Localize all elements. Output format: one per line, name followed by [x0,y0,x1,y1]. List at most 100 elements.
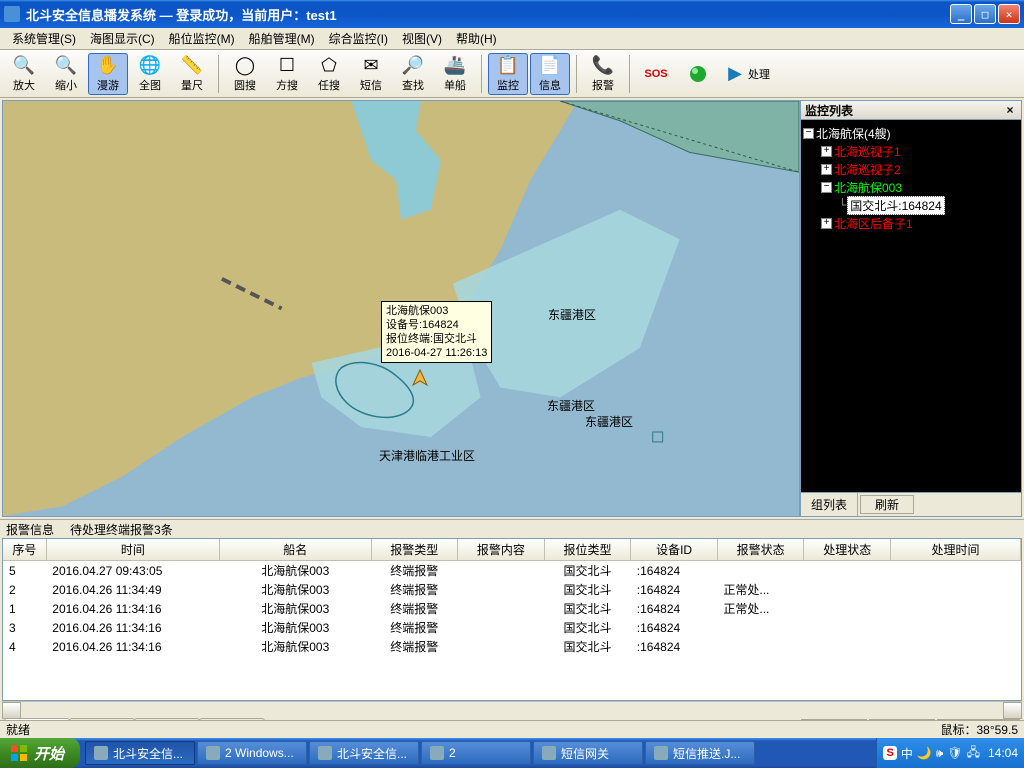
ship-tree[interactable]: −北海航保(4艘)+北海巡视子1+北海巡视子2−北海航保003└国交北斗:164… [800,120,1022,493]
toolbar-放大[interactable]: 🔍放大 [4,53,44,95]
toolbar-查找[interactable]: 🔎查找 [393,53,433,95]
taskbar-item[interactable]: 2 Windows... [197,741,307,765]
expand-icon[interactable]: + [821,218,832,229]
ime-lang[interactable]: 中 [901,745,913,762]
toolbar-量尺[interactable]: 📏量尺 [172,53,212,95]
toolbar-圆搜[interactable]: ◯圆搜 [225,53,265,95]
status-ready: 就绪 [6,721,30,738]
cell: 国交北斗 [544,580,631,599]
tree-row[interactable]: +北海巡视子1 [803,142,1019,160]
process-button[interactable]: ▶处理 [720,53,776,95]
clock[interactable]: 14:04 [988,746,1018,760]
tree-row[interactable]: −北海航保003 [803,178,1019,196]
table-row[interactable]: 42016.04.26 11:34:16北海航保003终端报警国交北斗:1648… [3,637,1021,656]
toolbar-缩小[interactable]: 🔍缩小 [46,53,86,95]
menu-item[interactable]: 视图(V) [396,28,448,49]
cell [717,637,804,656]
toolbar-任搜[interactable]: ⬠任搜 [309,53,349,95]
col-header[interactable]: 报警类型 [371,539,458,561]
col-header[interactable]: 报警内容 [458,539,545,561]
taskbar-item[interactable]: 2 [421,741,531,765]
col-header[interactable]: 处理时间 [891,539,1021,561]
tree-row[interactable]: └国交北斗:164824 [803,196,1019,214]
col-header[interactable]: 报位类型 [544,539,631,561]
col-header[interactable]: 报警状态 [717,539,804,561]
ime-badge[interactable]: S [883,746,896,760]
tree-row[interactable]: +北海区后备子1 [803,214,1019,232]
cell: 正常处... [717,580,804,599]
network-icon[interactable]: 🖧 [967,743,980,764]
taskbar-item[interactable]: 北斗安全信... [85,741,195,765]
start-button[interactable]: 开始 [0,738,80,768]
tree-row[interactable]: −北海航保(4艘) [803,124,1019,142]
task-icon [318,746,332,760]
taskbar-item[interactable]: 短信网关 [533,741,643,765]
cell: :164824 [631,561,718,581]
toolbar-监控[interactable]: 📋监控 [488,53,528,95]
menu-item[interactable]: 综合监控(I) [323,28,394,49]
refresh-button[interactable]: 刷新 [860,495,914,514]
tree-row[interactable]: +北海巡视子2 [803,160,1019,178]
close-button[interactable]: ✕ [998,4,1020,24]
menu-item[interactable]: 帮助(H) [450,28,503,49]
taskbar-item[interactable]: 短信推送.J... [645,741,755,765]
cell: 1 [3,599,46,618]
圆搜-icon: ◯ [233,54,257,76]
cell: 2016.04.27 09:43:05 [46,561,219,581]
toolbar-信息[interactable]: 📄信息 [530,53,570,95]
monitor-panel: 监控列表 × −北海航保(4艘)+北海巡视子1+北海巡视子2−北海航保003└国… [800,100,1022,517]
expand-icon[interactable]: + [821,146,832,157]
table-row[interactable]: 22016.04.26 11:34:49北海航保003终端报警国交北斗:1648… [3,580,1021,599]
toolbar-label: 任搜 [318,77,340,93]
maximize-button[interactable]: □ [974,4,996,24]
taskbar-item[interactable]: 北斗安全信... [309,741,419,765]
alarm-table-wrap[interactable]: 序号时间船名报警类型报警内容报位类型设备ID报警状态处理状态处理时间 52016… [2,538,1022,701]
col-header[interactable]: 时间 [46,539,219,561]
menu-item[interactable]: 船位监控(M) [163,28,241,49]
toolbar-漫游[interactable]: ✋漫游 [88,53,128,95]
col-header[interactable]: 船名 [219,539,371,561]
shield-icon[interactable]: 🛡 [947,746,962,760]
col-header[interactable]: 序号 [3,539,46,561]
table-row[interactable]: 32016.04.26 11:34:16北海航保003终端报警国交北斗:1648… [3,618,1021,637]
task-icon [654,746,668,760]
speaker-icon[interactable]: 🕪 [936,746,944,761]
cell: 2016.04.26 11:34:16 [46,618,219,637]
expand-icon[interactable]: − [821,182,832,193]
cell: 北海航保003 [219,637,371,656]
ship-marker[interactable] [411,369,429,390]
col-header[interactable]: 设备ID [631,539,718,561]
panel-tab-group[interactable]: 组列表 [801,493,858,516]
cell: 终端报警 [371,580,458,599]
toolbar-label: 报警 [592,77,614,93]
toolbar-label: 监控 [497,77,519,93]
minimize-button[interactable]: _ [950,4,972,24]
cell: 2016.04.26 11:34:16 [46,637,219,656]
cell: 北海航保003 [219,618,371,637]
toolbar-label: 量尺 [181,77,203,93]
cell: 正常处... [717,599,804,618]
col-header[interactable]: 处理状态 [804,539,891,561]
cell [891,599,1021,618]
menu-item[interactable]: 海图显示(C) [84,28,161,49]
toolbar-方搜[interactable]: ☐方搜 [267,53,307,95]
expand-icon[interactable]: + [821,164,832,175]
menu-item[interactable]: 系统管理(S) [6,28,82,49]
toolbar-单船[interactable]: 🚢单船 [435,53,475,95]
system-tray[interactable]: S 中 🌙 🕪 🛡 🖧 14:04 [876,738,1024,768]
toolbar-报警[interactable]: 📞报警 [583,53,623,95]
panel-header: 监控列表 × [800,100,1022,120]
menubar: 系统管理(S)海图显示(C)船位监控(M)船舶管理(M)综合监控(I)视图(V)… [0,28,1024,50]
toolbar-全图[interactable]: 🌐全图 [130,53,170,95]
map-pane[interactable]: 北海航保003 设备号:164824 报位终端:国交北斗 2016-04-27 … [2,100,800,517]
table-row[interactable]: 12016.04.26 11:34:16北海航保003终端报警国交北斗:1648… [3,599,1021,618]
短信-icon: ✉ [359,54,383,76]
tree-label: 北海巡视子2 [834,161,901,178]
toolbar-短信[interactable]: ✉短信 [351,53,391,95]
h-scrollbar[interactable] [2,701,1022,718]
play-icon: ▶ [726,63,744,85]
panel-close-icon[interactable]: × [1003,103,1017,117]
table-row[interactable]: 52016.04.27 09:43:05北海航保003终端报警国交北斗:1648… [3,561,1021,581]
expand-icon[interactable]: − [803,128,814,139]
menu-item[interactable]: 船舶管理(M) [243,28,321,49]
